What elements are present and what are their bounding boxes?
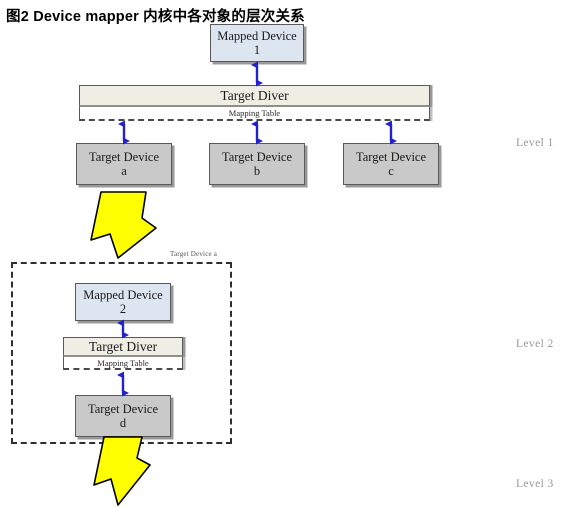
page-title: 图2 Device mapper 内核中各对象的层次关系 (6, 9, 305, 25)
target-driver-2-mapping-table: Mapping Table (63, 357, 183, 370)
target-device-a-box[interactable]: Target Device a (76, 143, 172, 185)
target-driver-1-title-bar: Target Diver (79, 85, 430, 107)
mapped-device-1-line2: 1 (253, 43, 261, 58)
target-device-b-line2: b (253, 164, 261, 179)
level-2-group-label: Target Device a (170, 250, 218, 258)
target-driver-1-mapping-table-label: Mapping Table (228, 108, 281, 118)
level-1-label: Level 1 (516, 137, 554, 149)
yellow-arrow-down-1 (90, 191, 157, 259)
mapped-device-2-box[interactable]: Mapped Device 2 (75, 283, 171, 321)
target-device-b-box[interactable]: Target Device b (209, 143, 305, 185)
level-2-label: Level 2 (516, 338, 554, 350)
target-driver-2-mapping-table-label: Mapping Table (97, 357, 149, 368)
target-driver-2-label: Target Diver (88, 338, 158, 354)
mapped-device-2-line2: 2 (119, 302, 127, 317)
target-device-d-box[interactable]: Target Device d (75, 395, 171, 437)
target-driver-1-label: Target Diver (220, 87, 289, 103)
yellow-arrow-down-2 (93, 436, 151, 506)
target-device-d-line2: d (119, 416, 127, 431)
target-device-c-box[interactable]: Target Device c (343, 143, 439, 185)
target-driver-1-mapping-table: Mapping Table (79, 107, 430, 121)
level-3-label: Level 3 (516, 478, 554, 490)
mapped-device-1-line1: Mapped Device (217, 29, 297, 43)
target-device-c-line1: Target Device (355, 150, 427, 164)
mapped-device-2-line1: Mapped Device (83, 288, 163, 302)
mapped-device-1-box[interactable]: Mapped Device 1 (210, 24, 304, 62)
target-device-a-line2: a (121, 164, 127, 179)
target-driver-1[interactable]: Target Diver Mapping Table (79, 85, 430, 121)
diagram-canvas: 图2 Device mapper 内核中各对象的层次关系 Mapped Devi… (0, 0, 570, 509)
target-device-b-line1: Target Device (221, 150, 293, 164)
target-device-a-line1: Target Device (88, 150, 160, 164)
target-driver-2[interactable]: Target Diver Mapping Table (63, 337, 183, 370)
target-driver-2-title-bar: Target Diver (63, 337, 183, 357)
target-device-c-line2: c (388, 164, 394, 179)
target-device-d-line1: Target Device (87, 402, 159, 416)
